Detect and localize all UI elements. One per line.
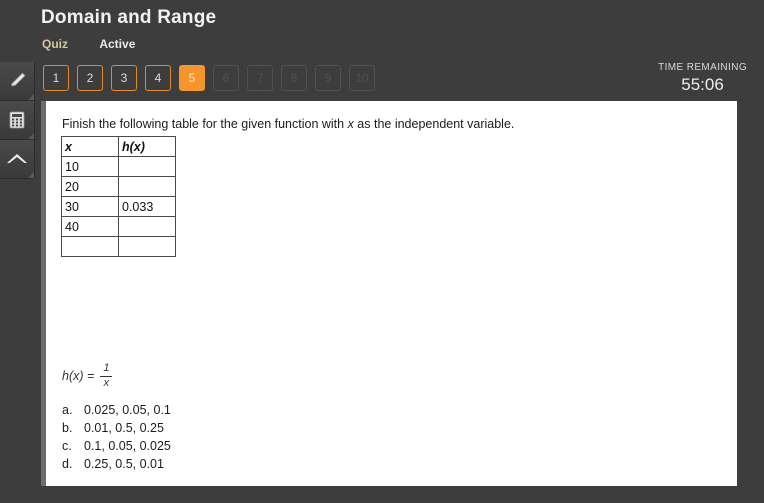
pager-item-4[interactable]: 4 — [145, 65, 171, 91]
formula-fraction: 1 x — [100, 362, 113, 389]
pager-item-8: 8 — [281, 65, 307, 91]
choice-letter: b. — [62, 421, 73, 435]
table-header-x: x — [61, 136, 119, 157]
question-prompt: Finish the following table for the given… — [62, 117, 514, 131]
choice-letter: c. — [62, 439, 72, 453]
table-row: 20 — [61, 176, 176, 197]
page-title: Domain and Range — [41, 7, 217, 28]
formula-lhs: h(x) = — [62, 369, 95, 384]
table-header-row: x h(x) — [61, 136, 176, 157]
answer-choice-a[interactable]: a. 0.025, 0.05, 0.1 — [62, 403, 171, 421]
collapse-tool[interactable] — [0, 140, 35, 179]
choice-text: 0.1, 0.05, 0.025 — [84, 439, 171, 453]
prompt-text-before: Finish the following table for the given… — [62, 117, 348, 131]
formula-numerator: 1 — [103, 362, 110, 374]
table-cell-hx — [118, 216, 176, 237]
table-cell-x — [61, 236, 119, 257]
calculator-icon — [7, 110, 27, 130]
timer-caption: TIME REMAINING — [658, 62, 747, 73]
pager-item-2[interactable]: 2 — [77, 65, 103, 91]
table-row: 40 — [61, 216, 176, 237]
pager-item-7: 7 — [247, 65, 273, 91]
pager-item-1[interactable]: 1 — [43, 65, 69, 91]
function-table-body: 10 20 30 0.033 40 — [61, 156, 176, 257]
function-formula: h(x) = 1 x — [62, 362, 113, 389]
pager-item-9: 9 — [315, 65, 341, 91]
choice-text: 0.25, 0.5, 0.01 — [84, 457, 164, 471]
timer: TIME REMAINING 55:06 — [658, 62, 747, 95]
pencil-icon — [6, 70, 28, 92]
answer-choice-d[interactable]: d. 0.25, 0.5, 0.01 — [62, 457, 171, 475]
choice-text: 0.01, 0.5, 0.25 — [84, 421, 164, 435]
function-table: x h(x) 10 20 30 0.033 40 — [61, 136, 176, 257]
pager-item-6: 6 — [213, 65, 239, 91]
question-pager: 1 2 3 4 5 6 7 8 9 10 — [43, 65, 375, 91]
highlighter-tool[interactable] — [0, 62, 35, 101]
formula-denominator: x — [103, 376, 110, 389]
pager-item-3[interactable]: 3 — [111, 65, 137, 91]
choice-letter: d. — [62, 457, 73, 471]
tool-rail — [0, 62, 35, 179]
table-cell-x: 40 — [61, 216, 119, 237]
table-cell-x: 10 — [61, 156, 119, 177]
pager-item-5[interactable]: 5 — [179, 65, 205, 91]
table-cell-hx — [118, 176, 176, 197]
table-cell-hx: 0.033 — [118, 196, 176, 217]
chevron-up-icon — [5, 150, 29, 168]
answer-choice-c[interactable]: c. 0.1, 0.05, 0.025 — [62, 439, 171, 457]
answer-choice-b[interactable]: b. 0.01, 0.5, 0.25 — [62, 421, 171, 439]
question-card: Finish the following table for the given… — [41, 101, 737, 486]
table-cell-x: 30 — [61, 196, 119, 217]
table-row — [61, 236, 176, 257]
calculator-tool[interactable] — [0, 101, 35, 140]
pager-item-10: 10 — [349, 65, 375, 91]
table-cell-hx — [118, 236, 176, 257]
table-cell-hx — [118, 156, 176, 177]
prompt-text-after: as the independent variable. — [353, 117, 515, 131]
table-row: 10 — [61, 156, 176, 177]
choice-letter: a. — [62, 403, 73, 417]
quiz-kind-label: Quiz — [42, 37, 68, 51]
table-cell-x: 20 — [61, 176, 119, 197]
quiz-status-label: Active — [99, 37, 136, 51]
table-row: 30 0.033 — [61, 196, 176, 217]
quiz-meta: Quiz Active — [42, 37, 135, 51]
choice-text: 0.025, 0.05, 0.1 — [84, 403, 171, 417]
table-header-hx: h(x) — [118, 136, 176, 157]
timer-value: 55:06 — [681, 75, 724, 94]
answer-choices: a. 0.025, 0.05, 0.1 b. 0.01, 0.5, 0.25 c. 0.1… — [62, 403, 171, 475]
